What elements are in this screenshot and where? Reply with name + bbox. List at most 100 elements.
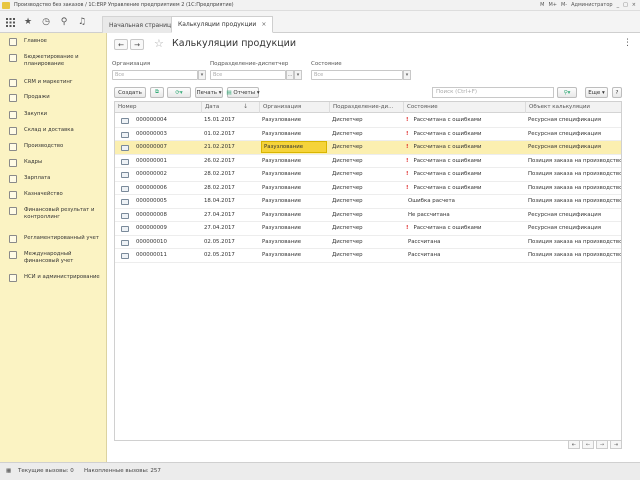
- table-row[interactable]: 000000004 15.01.2017 Разузлование Диспетчер…: [115, 114, 621, 128]
- cell-text: Разузлование: [262, 130, 302, 137]
- cell-text: 000000005: [136, 198, 167, 204]
- memory-minus-button[interactable]: M-: [561, 2, 567, 8]
- create-copy-icon[interactable]: ⧉: [150, 87, 164, 98]
- close-tab-icon[interactable]: ×: [261, 21, 266, 28]
- table-row[interactable]: 000000003 01.02.2017 Разузлование Диспетчер…: [115, 128, 621, 141]
- table-row[interactable]: 000000008 27.04.2017 Разузлование Диспетчер…: [115, 209, 621, 222]
- cell-object: Ресурсная спецификация: [525, 114, 621, 127]
- cell-org: Разузлование: [259, 155, 329, 168]
- cell-state: Рассчитана: [403, 236, 525, 249]
- document-icon: [121, 239, 129, 246]
- cell-text: 000000010: [136, 238, 167, 245]
- column-object[interactable]: Объект калькуляции: [525, 102, 621, 113]
- cell-number: 000000001: [133, 155, 201, 168]
- column-date[interactable]: Дата: [201, 102, 259, 113]
- cell-text: 000000002: [136, 171, 167, 177]
- apps-grid-icon[interactable]: [4, 16, 16, 28]
- cell-text: Рассчитана: [408, 238, 441, 245]
- notifications-bell-icon[interactable]: ♫: [76, 16, 88, 28]
- next-page-icon[interactable]: →: [596, 440, 608, 449]
- cell-text: Диспетчер: [332, 184, 363, 191]
- table-row[interactable]: 000000010 02.05.2017 Разузлование Диспетчер…: [115, 236, 621, 249]
- first-page-icon[interactable]: ⇤: [568, 440, 580, 449]
- cell-dept: Диспетчер: [329, 128, 403, 141]
- document-icon: [121, 118, 129, 124]
- cell-text: Разузлование: [262, 225, 302, 231]
- search-button-icon[interactable]: ⚲▾: [557, 87, 577, 98]
- cell-text: Разузлование: [262, 117, 302, 123]
- cell-text: Рассчитана с ошибками: [413, 130, 482, 137]
- memory-plus-button[interactable]: M+: [548, 2, 557, 8]
- state-field[interactable]: Все: [311, 70, 403, 80]
- cell-text: Диспетчер: [332, 157, 363, 164]
- more-button[interactable]: Еще ▾: [585, 87, 608, 98]
- document-icon: [121, 158, 129, 165]
- table-row[interactable]: 000000007 21.02.2017 Разузлование Диспетчер…: [115, 141, 621, 155]
- favorite-star-icon[interactable]: ☆: [154, 37, 164, 50]
- last-page-icon[interactable]: ⇥: [610, 440, 622, 449]
- column-organization[interactable]: Организация: [259, 102, 329, 113]
- minimize-icon[interactable]: _: [617, 2, 620, 8]
- cell-number: 000000011: [133, 249, 201, 262]
- print-button[interactable]: Печать ▾: [195, 87, 223, 98]
- table-row[interactable]: 000000002 28.02.2017 Разузлование Диспетчер…: [115, 168, 621, 182]
- search-icon[interactable]: ⚲: [58, 16, 70, 28]
- cell-text: Разузлование: [262, 238, 302, 245]
- department-select-icon[interactable]: …: [286, 70, 294, 80]
- table-row[interactable]: 000000006 28.02.2017 Разузлование Диспетчер…: [115, 182, 621, 195]
- finance-icon: [9, 207, 17, 215]
- organization-dropdown-icon[interactable]: ▾: [198, 70, 206, 80]
- close-window-icon[interactable]: ×: [632, 2, 636, 8]
- table-row[interactable]: 000000009 27.04.2017 Разузлование Диспетчер…: [115, 222, 621, 236]
- user-name[interactable]: Администратор: [571, 2, 612, 8]
- cell-state: ! Рассчитана с ошибками: [403, 141, 525, 154]
- table-row[interactable]: 000000001 26.02.2017 Разузлование Диспетчер…: [115, 155, 621, 168]
- cell-dept: Диспетчер: [329, 195, 403, 208]
- cell-number: 000000007: [133, 141, 201, 154]
- create-based-on-icon[interactable]: ⟳▾: [167, 87, 191, 98]
- reports-button[interactable]: ▤ Отчеты ▾: [226, 87, 260, 98]
- search-input[interactable]: Поиск (Ctrl+F): [432, 87, 554, 98]
- cell-text: Диспетчер: [332, 130, 363, 137]
- cell-text: Диспетчер: [332, 225, 363, 231]
- column-department[interactable]: Подразделение-ди...: [329, 102, 403, 113]
- favorites-star-icon[interactable]: ★: [22, 16, 34, 28]
- department-field[interactable]: Все: [210, 70, 286, 80]
- cell-text: 000000001: [136, 157, 167, 164]
- print-label: Печать: [196, 89, 218, 96]
- back-button[interactable]: ←: [114, 39, 128, 50]
- create-button[interactable]: Создать: [114, 87, 146, 98]
- tab-calculations[interactable]: Калькуляции продукции ×: [171, 16, 274, 33]
- cell-text: Ошибка расчета: [408, 198, 455, 204]
- app-logo-icon: [2, 2, 10, 9]
- forward-button[interactable]: →: [130, 39, 144, 50]
- column-number[interactable]: Номер: [115, 102, 201, 113]
- maximize-icon[interactable]: □: [623, 2, 628, 8]
- cell-text: Диспетчер: [332, 171, 363, 177]
- cell-dept: Диспетчер: [329, 236, 403, 249]
- column-state[interactable]: Состояние: [403, 102, 525, 113]
- cell-text: Ресурсная спецификация: [528, 225, 601, 231]
- prev-page-icon[interactable]: ←: [582, 440, 594, 449]
- department-dropdown-icon[interactable]: ▾: [294, 70, 302, 80]
- cell-date: 28.02.2017: [201, 182, 259, 195]
- cell-text: Разузлование: [262, 211, 302, 218]
- history-clock-icon[interactable]: ◷: [40, 16, 52, 28]
- cell-text: Диспетчер: [332, 211, 363, 218]
- organization-field[interactable]: Все: [112, 70, 198, 80]
- document-icon: [121, 131, 129, 138]
- state-dropdown-icon[interactable]: ▾: [403, 70, 411, 80]
- more-options-icon[interactable]: ⋮: [623, 38, 632, 48]
- table-row[interactable]: 000000011 02.05.2017 Разузлование Диспетчер…: [115, 249, 621, 263]
- help-button[interactable]: ?: [612, 87, 622, 98]
- organization-label: Организация: [112, 61, 151, 67]
- cell-text: 000000006: [136, 184, 167, 191]
- cell-text: 01.02.2017: [204, 130, 235, 137]
- memory-button[interactable]: M: [540, 2, 544, 8]
- cell-org: Разузлование: [259, 222, 329, 235]
- tab-home[interactable]: Начальная страница: [102, 16, 182, 33]
- cell-org: Разузлование: [259, 209, 329, 222]
- window-titlebar: Производство без заказов / 1С:ERP Управл…: [0, 0, 640, 11]
- table-row[interactable]: 000000005 18.04.2017 Разузлование Диспетчер…: [115, 195, 621, 209]
- cell-state: ! Рассчитана с ошибками: [403, 168, 525, 181]
